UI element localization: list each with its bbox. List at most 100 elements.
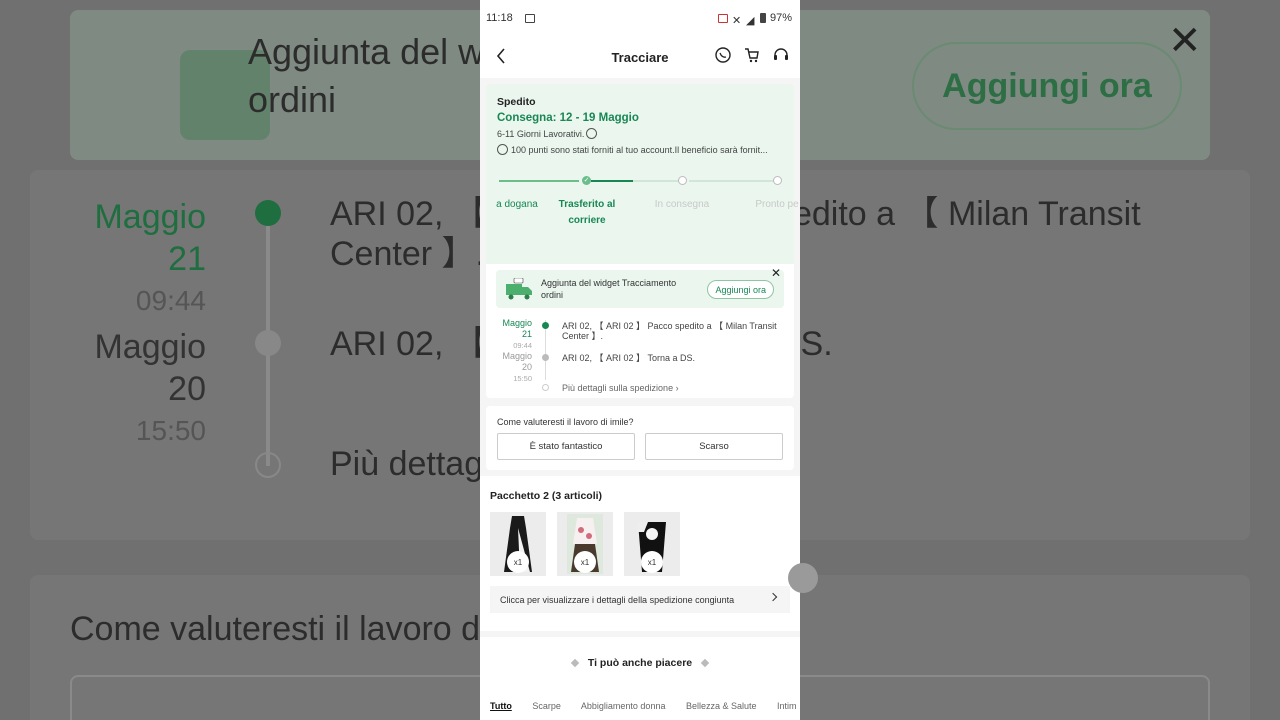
bg-day-2: 20 (168, 370, 206, 408)
rate-bad-button[interactable]: Scarso (645, 433, 783, 460)
timeline-time-1: 09:44 (513, 341, 532, 350)
header-actions (714, 46, 790, 64)
floating-button[interactable] (788, 563, 818, 593)
bg-dot-2 (255, 330, 281, 356)
widget-text: Aggiunta del widget Tracciamento ordini (541, 278, 677, 300)
back-arrow-icon[interactable] (492, 46, 512, 66)
quantity-badge: x1 (574, 551, 596, 573)
progress-node-pending-2 (773, 176, 782, 185)
rate-good-button[interactable]: È stato fantastico (497, 433, 635, 460)
clock-icon (497, 144, 508, 155)
cart-icon[interactable] (743, 46, 761, 64)
rating-card: Come valuteresti il lavoro di imile? È s… (486, 406, 794, 470)
support-headset-icon[interactable] (772, 46, 790, 64)
cast-icon (717, 13, 728, 23)
step-label-1: a dogana (496, 199, 538, 210)
delivery-window: Consegna: 12 - 19 Maggio (497, 112, 639, 124)
bg-date-1: Maggio 21 09:44 (80, 196, 206, 322)
truck-icon (506, 278, 532, 300)
timeline-dot-active (542, 322, 549, 329)
quantity-badge: x1 (641, 551, 663, 573)
tracking-widget-banner: Aggiunta del widget Tracciamento ordini … (496, 266, 784, 308)
chevron-right-icon: › (675, 383, 679, 393)
combined-shipment-link[interactable]: Clicca per visualizzare i dettagli della… (490, 586, 790, 613)
bg-day-1: 21 (168, 240, 206, 278)
timeline-month-1: Maggio (502, 318, 532, 328)
chevron-right-icon (768, 592, 778, 602)
category-tabs: Tutto Scarpe Abbigliamento donna Bellezz… (490, 701, 800, 711)
points-note: 100 punti sono stati forniti al tuo acco… (497, 144, 783, 155)
step-label-3: In consegna (654, 199, 710, 210)
more-details-text: Più dettagli sulla spedizione (562, 383, 674, 393)
quantity-badge: x1 (507, 551, 529, 573)
phone-screen: 11:18 ✕ ◢ 97% Tracciare Spedito Consegna… (480, 0, 800, 720)
battery-icon (759, 13, 766, 23)
product-thumbnail[interactable]: x1 (557, 512, 613, 576)
tab-intimo[interactable]: Intim (777, 701, 797, 711)
package-title: Pacchetto 2 (3 articoli) (490, 490, 603, 502)
timeline-day-2: 20 (521, 362, 532, 372)
step-label-2: Trasferito al corriere (558, 199, 616, 226)
shipping-progress: ✓ a dogana Trasferito al corriere In con… (496, 175, 799, 245)
rating-question: Come valuteresti il lavoro di imile? (497, 417, 634, 427)
progress-line-done (499, 180, 579, 182)
timeline-line (545, 320, 546, 380)
working-days-text: 6-11 Giorni Lavorativi. (497, 128, 585, 139)
bg-close-icon: ✕ (1168, 19, 1202, 63)
timeline-date-1: Maggio 21 09:44 (496, 318, 532, 351)
recommendations-title-text: Ti può anche piacere (587, 657, 693, 669)
bg-add-button: Aggiungi ora (912, 42, 1182, 130)
combined-shipment-text: Clicca per visualizzare i dettagli della… (500, 594, 735, 605)
package-card: Pacchetto 2 (3 articoli) x1 x1 x1 Clicca… (480, 476, 800, 631)
tracking-card: Spedito Consegna: 12 - 19 Maggio 6-11 Gi… (486, 84, 799, 398)
progress-line-current (591, 180, 633, 182)
whatsapp-icon[interactable] (714, 46, 732, 64)
bg-month-1: Maggio (94, 198, 206, 236)
chevron-circle-icon[interactable] (586, 128, 598, 139)
recommendations-title: Ti può anche piacere (480, 657, 800, 669)
shipment-summary: Spedito Consegna: 12 - 19 Maggio 6-11 Gi… (486, 84, 799, 264)
timeline-event-1: ARI 02, 【 ARI 02 】 Pacco spedito a 【 Mil… (562, 321, 777, 341)
tracking-timeline: Maggio 21 09:44 ARI 02, 【 ARI 02 】 Pacco… (496, 308, 784, 398)
timeline-month-2: Maggio (502, 351, 532, 361)
mute-icon: ✕ (731, 14, 742, 27)
timeline-event-2: ARI 02, 【 ARI 02 】 Torna a DS. (562, 353, 696, 363)
more-details-link[interactable]: Più dettagli sulla spedizione › (562, 383, 784, 393)
tab-bellezza-salute[interactable]: Bellezza & Salute (686, 701, 757, 711)
add-widget-button[interactable]: Aggiungi ora (707, 280, 774, 299)
bg-dot-1 (255, 200, 281, 226)
bg-dot-3 (255, 452, 281, 478)
diamond-icon (570, 658, 580, 668)
top-app-bar: Tracciare (480, 36, 800, 78)
step-label-4: Pronto pe (755, 199, 799, 210)
product-thumbnail[interactable]: x1 (490, 512, 546, 576)
tab-scarpe[interactable]: Scarpe (532, 701, 561, 711)
gallery-icon (524, 13, 535, 23)
tab-tutto[interactable]: Tutto (490, 701, 512, 711)
bg-time-1: 09:44 (135, 285, 206, 316)
diamond-icon (700, 658, 710, 668)
progress-check-icon: ✓ (582, 176, 591, 185)
timeline-time-2: 15:50 (513, 374, 532, 383)
bg-month-2: Maggio (94, 328, 206, 366)
progress-line-pending (633, 180, 679, 182)
timeline-dot (542, 354, 549, 361)
timeline-dot-empty (542, 384, 549, 391)
progress-line-pending-2 (689, 180, 774, 182)
progress-node-pending (678, 176, 687, 185)
bg-date-2: Maggio 20 15:50 (80, 326, 206, 452)
points-note-text: 100 punti sono stati forniti al tuo acco… (511, 144, 768, 155)
product-thumbnail[interactable]: x1 (624, 512, 680, 576)
tab-abbigliamento-donna[interactable]: Abbigliamento donna (581, 701, 666, 711)
battery-level: 97% (769, 12, 792, 24)
shipment-status: Spedito (497, 96, 536, 108)
clock: 11:18 (486, 12, 513, 24)
working-days[interactable]: 6-11 Giorni Lavorativi. (497, 128, 783, 139)
status-bar: 11:18 ✕ ◢ 97% (480, 0, 800, 36)
close-icon[interactable]: ✕ (771, 266, 781, 280)
signal-icon: ◢ (745, 14, 755, 27)
timeline-day-1: 21 (521, 329, 532, 339)
bg-time-2: 15:50 (135, 415, 206, 446)
timeline-date-2: Maggio 20 15:50 (496, 351, 532, 384)
recommendations: Ti può anche piacere Tutto Scarpe Abbigl… (480, 637, 800, 720)
